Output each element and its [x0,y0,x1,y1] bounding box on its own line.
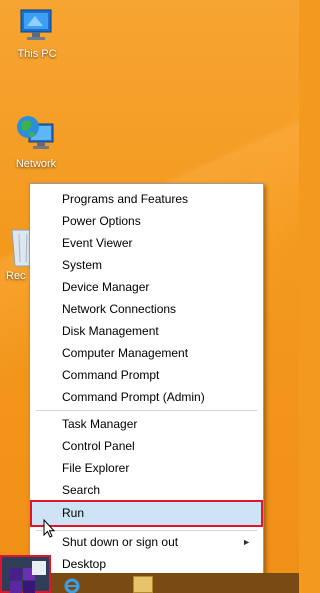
desktop-icon-network[interactable]: Network [4,110,68,170]
menu-item-control-panel[interactable]: Control Panel [34,435,259,457]
start-highlight [32,561,46,575]
menu-item-file-explorer[interactable]: File Explorer [34,457,259,479]
winx-context-menu: Programs and Features Power Options Even… [29,183,264,576]
menu-item-search[interactable]: Search [34,479,259,501]
menu-item-label: Shut down or sign out [62,535,179,549]
menu-item-task-manager[interactable]: Task Manager [34,413,259,435]
menu-item-computer-management[interactable]: Computer Management [34,342,259,364]
desktop-icon-label: Rec [6,270,26,282]
start-tile-icon [10,568,22,580]
menu-item-power-options[interactable]: Power Options [34,210,259,232]
desktop-icon-label: This PC [17,48,57,60]
menu-item-run[interactable]: Run [30,500,263,527]
menu-item-shut-down-or-sign-out[interactable]: Shut down or sign out ► [34,531,259,553]
menu-separator [36,410,257,411]
menu-item-disk-management[interactable]: Disk Management [34,320,259,342]
menu-item-desktop[interactable]: Desktop [34,553,259,575]
desktop-icon-this-pc[interactable]: This PC [5,6,69,60]
start-button[interactable] [0,555,51,593]
internet-explorer-icon[interactable] [64,577,80,593]
this-pc-icon [20,9,52,40]
file-explorer-taskbar-icon[interactable] [133,576,153,593]
network-icon [17,116,54,149]
submenu-arrow-icon: ► [242,537,251,547]
start-tile-icon [10,581,22,593]
mouse-cursor-icon [43,519,56,538]
menu-item-programs-and-features[interactable]: Programs and Features [34,188,259,210]
desktop-icon-recycle-bin[interactable]: Rec [0,226,35,282]
menu-item-device-manager[interactable]: Device Manager [34,276,259,298]
desktop-icon-label: Network [15,158,57,170]
menu-item-command-prompt-admin[interactable]: Command Prompt (Admin) [34,386,259,408]
start-tile-icon [23,581,35,593]
menu-item-event-viewer[interactable]: Event Viewer [34,232,259,254]
menu-item-network-connections[interactable]: Network Connections [34,298,259,320]
menu-item-system[interactable]: System [34,254,259,276]
menu-item-command-prompt[interactable]: Command Prompt [34,364,259,386]
